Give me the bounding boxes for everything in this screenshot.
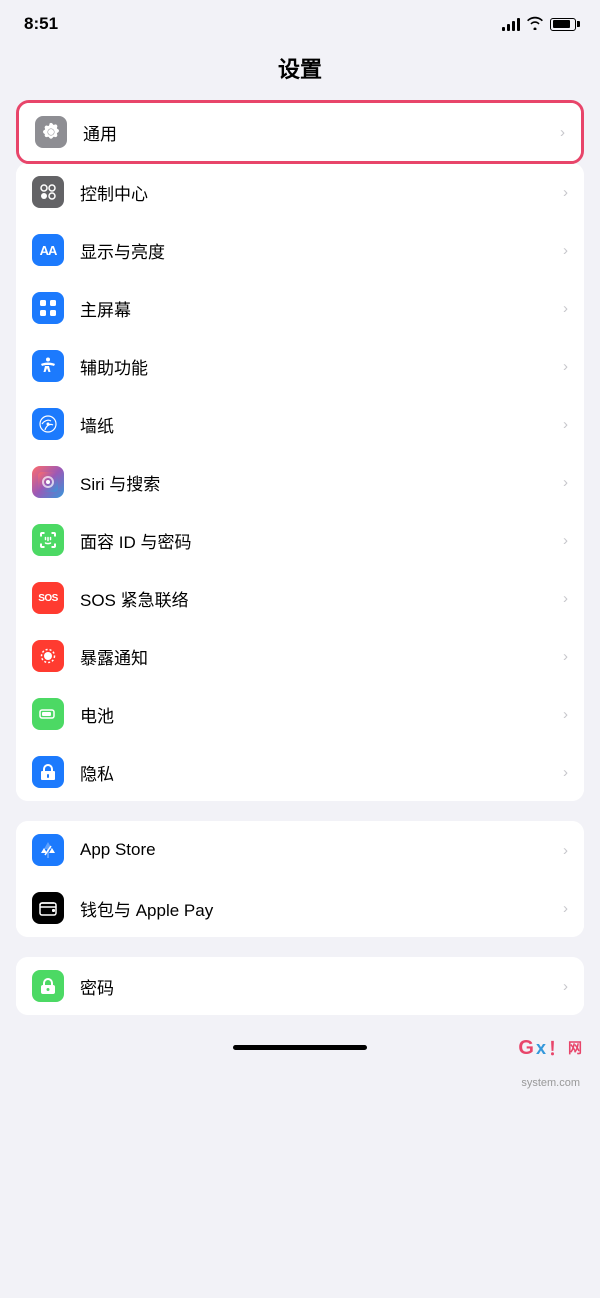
settings-item-home[interactable]: 主屏幕 › — [16, 279, 584, 337]
exposure-icon — [32, 640, 64, 672]
siri-label: Siri 与搜索 — [80, 470, 555, 495]
control-center-icon — [32, 176, 64, 208]
wallet-icon — [32, 892, 64, 924]
display-icon: AA — [32, 234, 64, 266]
sos-icon: SOS — [32, 582, 64, 614]
wallpaper-icon — [32, 408, 64, 440]
settings-item-sos[interactable]: SOS SOS 紧急联络 › — [16, 569, 584, 627]
settings-item-exposure[interactable]: 暴露通知 › — [16, 627, 584, 685]
watermark-exclaim: ！ — [548, 1035, 566, 1061]
wifi-icon — [526, 16, 544, 33]
exposure-label: 暴露通知 — [80, 644, 555, 669]
settings-item-wallet[interactable]: 钱包与 Apple Pay › — [16, 879, 584, 937]
settings-item-appstore[interactable]: App Store › — [16, 821, 584, 879]
status-time: 8:51 — [24, 14, 58, 34]
watermark-brand: G — [518, 1037, 534, 1060]
home-icon — [32, 292, 64, 324]
page-title: 设置 — [278, 57, 322, 82]
appstore-icon — [32, 834, 64, 866]
settings-item-control-center[interactable]: 控制中心 › — [16, 163, 584, 221]
siri-icon — [32, 466, 64, 498]
settings-item-siri[interactable]: Siri 与搜索 › — [16, 453, 584, 511]
home-label: 主屏幕 — [80, 296, 555, 321]
settings-item-battery[interactable]: 电池 › — [16, 685, 584, 743]
battery-label: 电池 — [80, 702, 555, 727]
watermark-net: 网 — [568, 1038, 582, 1058]
accessibility-icon — [32, 350, 64, 382]
privacy-icon — [32, 756, 64, 788]
password-icon — [32, 970, 64, 1002]
battery-icon-menu — [32, 698, 64, 730]
faceid-label: 面容 ID 与密码 — [80, 528, 555, 553]
signal-icon — [502, 17, 520, 31]
password-label: 密码 — [80, 974, 555, 999]
settings-item-general[interactable]: 通用 › — [19, 103, 581, 161]
display-label: 显示与亮度 — [80, 238, 555, 263]
battery-icon — [550, 18, 576, 31]
general-icon — [35, 116, 67, 148]
page-header: 设置 — [0, 42, 600, 100]
control-center-label: 控制中心 — [80, 180, 555, 205]
status-icons — [502, 16, 576, 33]
general-label: 通用 — [83, 120, 552, 145]
home-indicator — [233, 1045, 367, 1050]
settings-group-2: App Store › 钱包与 Apple Pay › — [16, 821, 584, 937]
settings-item-password[interactable]: 密码 › — [16, 957, 584, 1015]
settings-item-faceid[interactable]: 面容 ID 与密码 › — [16, 511, 584, 569]
wallpaper-label: 墙纸 — [80, 412, 555, 437]
watermark-url: system.com — [0, 1077, 600, 1109]
watermark-x: x — [536, 1038, 546, 1059]
general-chevron: › — [560, 124, 565, 141]
faceid-icon — [32, 524, 64, 556]
settings-item-accessibility[interactable]: 辅助功能 › — [16, 337, 584, 395]
settings-item-privacy[interactable]: 隐私 › — [16, 743, 584, 801]
accessibility-label: 辅助功能 — [80, 354, 555, 379]
status-bar: 8:51 — [0, 0, 600, 42]
privacy-label: 隐私 — [80, 760, 555, 785]
sos-label: SOS 紧急联络 — [80, 586, 555, 611]
settings-item-display[interactable]: AA 显示与亮度 › — [16, 221, 584, 279]
settings-item-wallpaper[interactable]: 墙纸 › — [16, 395, 584, 453]
appstore-label: App Store — [80, 840, 555, 860]
wallet-label: 钱包与 Apple Pay — [80, 896, 555, 921]
